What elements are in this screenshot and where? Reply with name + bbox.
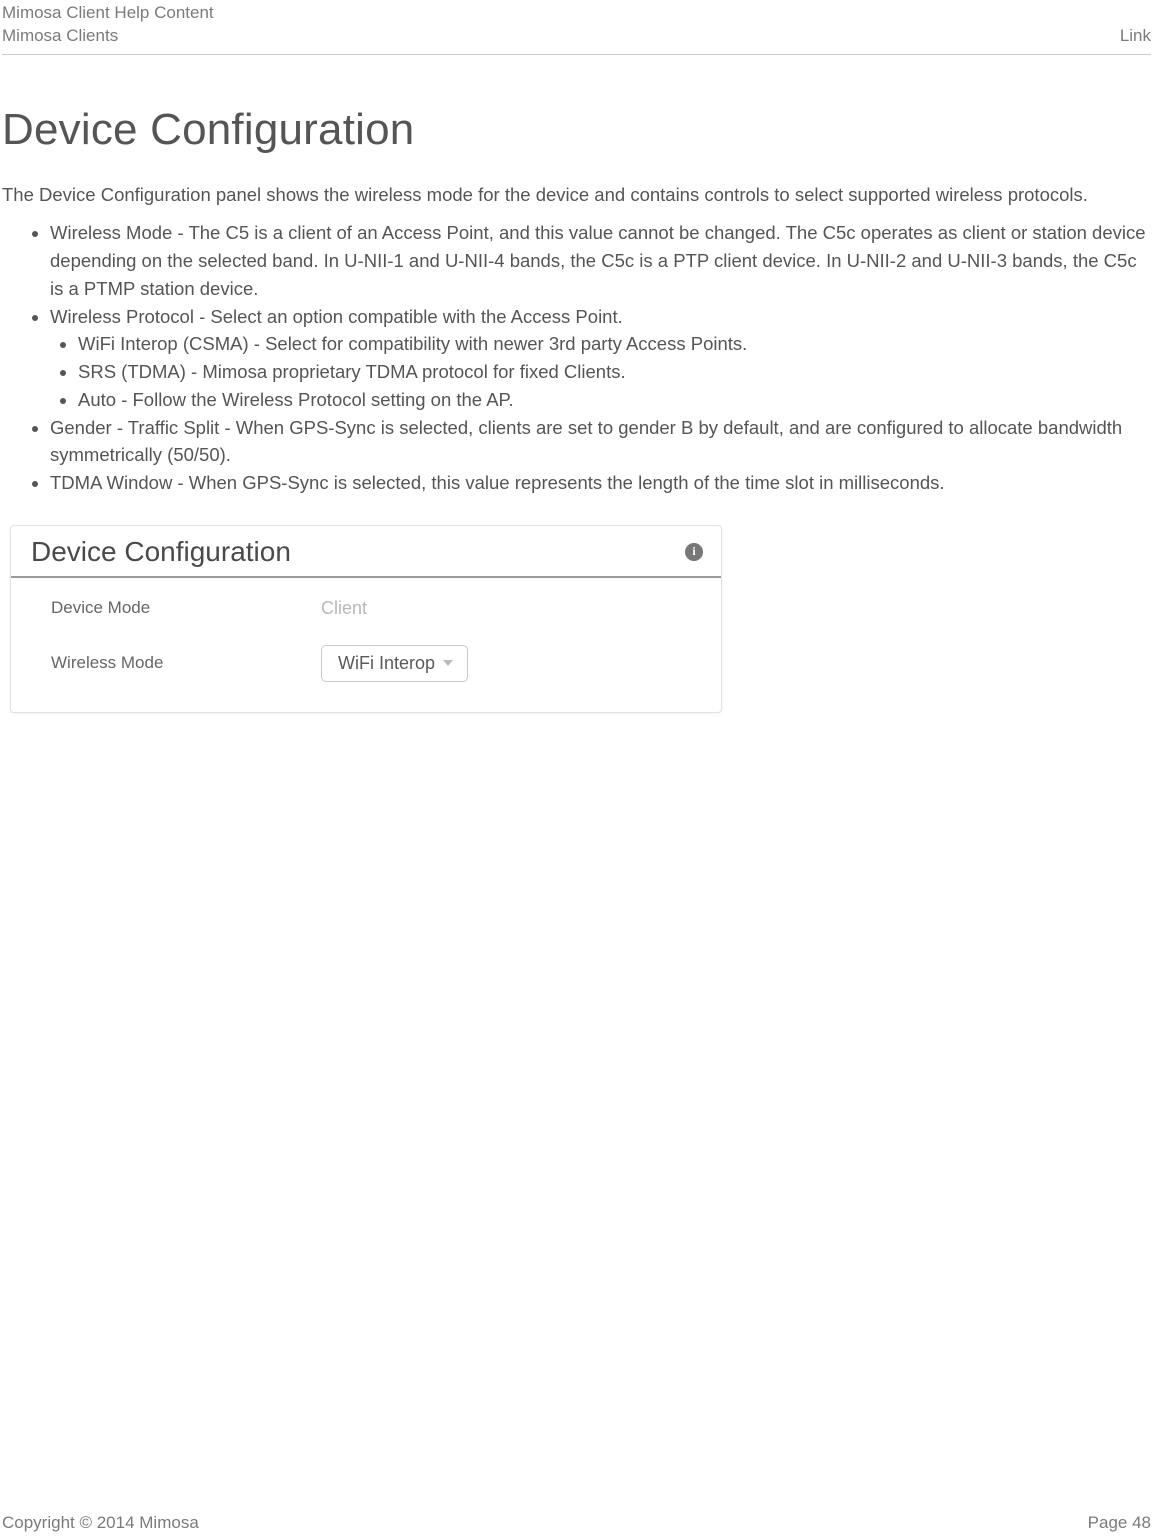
device-mode-value: Client: [321, 598, 367, 619]
panel-title: Device Configuration: [31, 536, 291, 568]
wireless-mode-label: Wireless Mode: [51, 653, 321, 673]
chevron-down-icon: [443, 660, 453, 666]
bullet-list: Wireless Mode - The C5 is a client of an…: [2, 219, 1151, 497]
form-row-device-mode: Device Mode Client: [51, 598, 703, 619]
list-item: SRS (TDMA) - Mimosa proprietary TDMA pro…: [78, 358, 1151, 386]
device-configuration-panel: Device Configuration i Device Mode Clien…: [10, 525, 722, 713]
header-title-line1: Mimosa Client Help Content: [2, 2, 214, 25]
page-title: Device Configuration: [2, 105, 1151, 155]
list-item: Auto - Follow the Wireless Protocol sett…: [78, 386, 1151, 414]
list-item: WiFi Interop (CSMA) - Select for compati…: [78, 330, 1151, 358]
page-header: Mimosa Client Help Content Mimosa Client…: [2, 0, 1151, 55]
panel-header: Device Configuration i: [11, 526, 721, 578]
info-icon[interactable]: i: [685, 543, 703, 561]
list-item: Wireless Protocol - Select an option com…: [50, 303, 1151, 414]
list-item-text: Wireless Protocol - Select an option com…: [50, 306, 623, 327]
nested-bullet-list: WiFi Interop (CSMA) - Select for compati…: [50, 330, 1151, 413]
header-section-label: Link: [1120, 25, 1151, 48]
list-item: Wireless Mode - The C5 is a client of an…: [50, 219, 1151, 302]
panel-body: Device Mode Client Wireless Mode WiFi In…: [11, 578, 721, 712]
copyright-text: Copyright © 2014 Mimosa: [2, 1513, 199, 1533]
content-area: Device Configuration The Device Configur…: [0, 55, 1153, 713]
list-item: TDMA Window - When GPS-Sync is selected,…: [50, 469, 1151, 497]
form-row-wireless-mode: Wireless Mode WiFi Interop: [51, 645, 703, 682]
list-item: Gender - Traffic Split - When GPS-Sync i…: [50, 414, 1151, 470]
device-mode-label: Device Mode: [51, 598, 321, 618]
intro-paragraph: The Device Configuration panel shows the…: [2, 179, 1151, 211]
page-footer: Copyright © 2014 Mimosa Page 48: [2, 1513, 1151, 1533]
wireless-mode-selected: WiFi Interop: [338, 653, 435, 674]
wireless-mode-dropdown[interactable]: WiFi Interop: [321, 645, 468, 682]
page-number: Page 48: [1088, 1513, 1151, 1533]
header-title-line2: Mimosa Clients: [2, 25, 118, 48]
